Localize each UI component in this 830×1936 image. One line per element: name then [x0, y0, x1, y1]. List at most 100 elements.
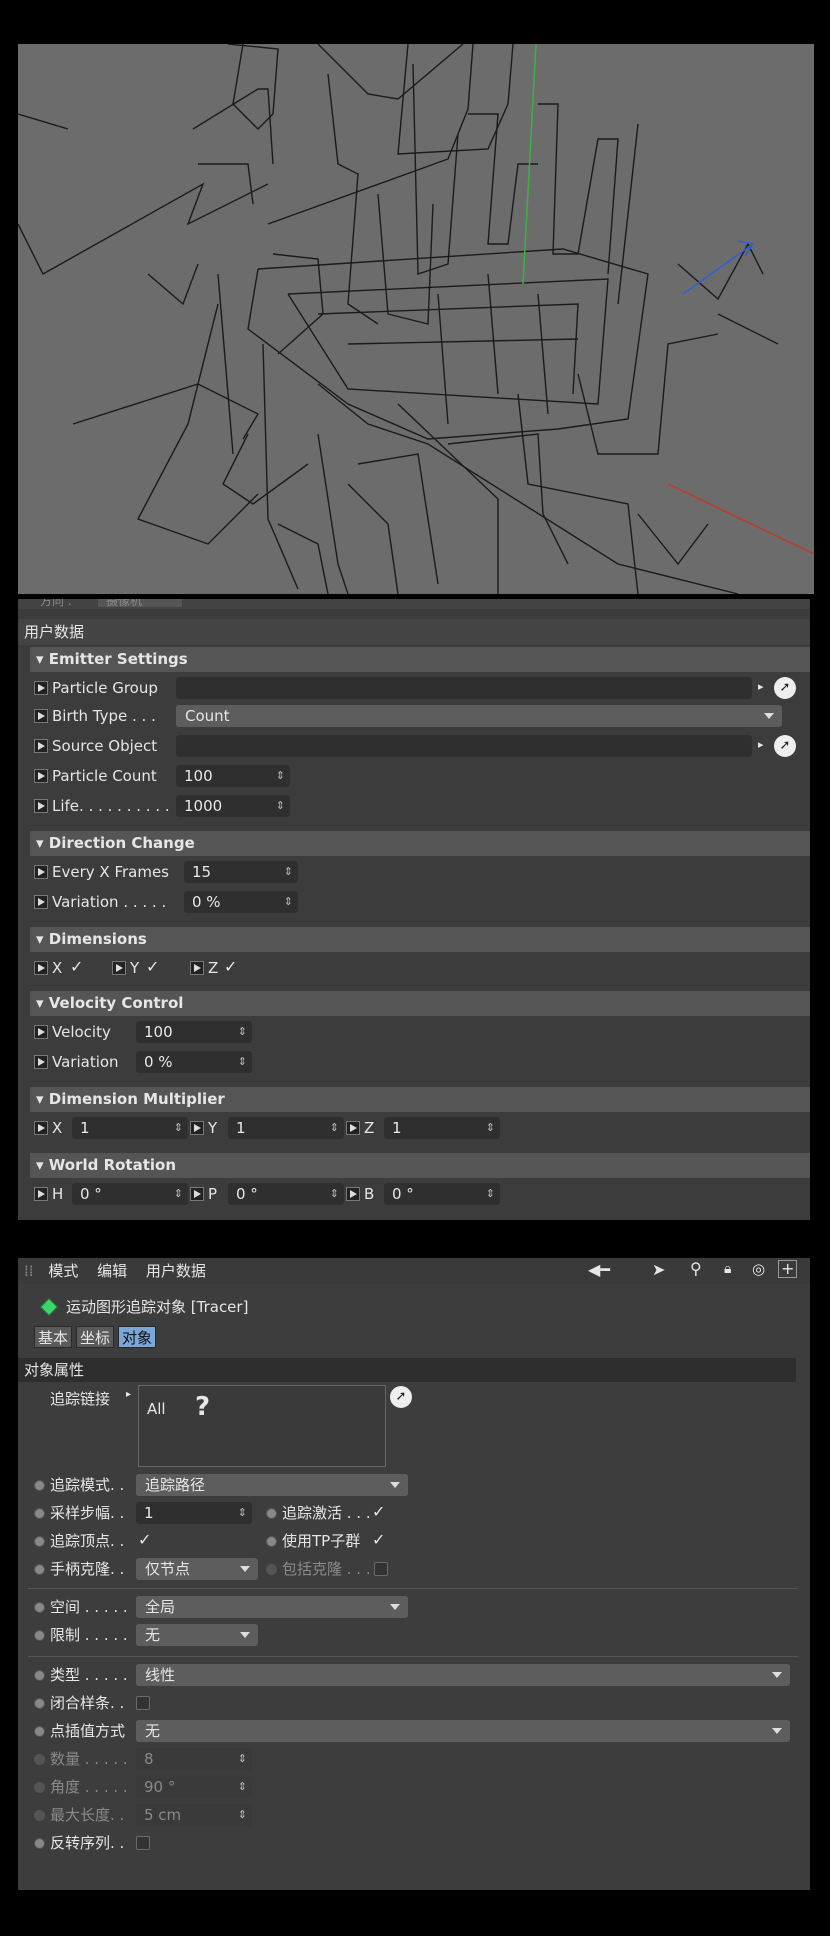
keyframe-icon[interactable] — [112, 961, 126, 975]
include-clone-checkbox[interactable] — [374, 1562, 388, 1576]
pick-object-icon[interactable]: ➚ — [390, 1386, 412, 1408]
radio-icon[interactable] — [34, 1480, 45, 1491]
keyframe-icon[interactable] — [34, 681, 48, 695]
pick-object-icon[interactable]: ➚ — [774, 677, 796, 699]
trace-mode-dropdown[interactable]: 追踪路径 — [136, 1474, 408, 1496]
dimension-multiplier-header[interactable]: ▾ Dimension Multiplier — [30, 1087, 810, 1112]
radio-icon[interactable] — [34, 1838, 45, 1849]
radio-icon[interactable] — [34, 1602, 45, 1613]
radio-icon[interactable] — [34, 1508, 45, 1519]
keyframe-icon[interactable] — [190, 1187, 204, 1201]
use-tp-checkbox[interactable]: ✓ — [372, 1532, 385, 1548]
stepper-icon[interactable]: ⇕ — [238, 1051, 247, 1073]
keyframe-icon[interactable] — [34, 769, 48, 783]
keyframe-icon[interactable] — [34, 739, 48, 753]
direction-change-header[interactable]: ▾ Direction Change — [30, 831, 810, 856]
keyframe-icon[interactable] — [34, 961, 48, 975]
radio-icon[interactable] — [34, 1726, 45, 1737]
keyframe-icon[interactable] — [34, 865, 48, 879]
reverse-sequence-checkbox[interactable] — [136, 1836, 150, 1850]
expand-arrow-icon[interactable]: ▸ — [126, 1390, 131, 1400]
every-x-frames-field[interactable]: 15 ⇕ — [184, 861, 298, 883]
tab-basic[interactable]: 基本 — [34, 1326, 73, 1348]
velocity-control-header[interactable]: ▾ Velocity Control — [30, 991, 810, 1016]
dim-x-checkbox[interactable]: ✓ — [70, 959, 83, 975]
handle-clone-dropdown[interactable]: 仅节点 — [136, 1558, 258, 1580]
keyframe-icon[interactable] — [34, 895, 48, 909]
closed-spline-checkbox[interactable] — [136, 1696, 150, 1710]
velocity-field[interactable]: 100 ⇕ — [136, 1021, 252, 1043]
birth-type-dropdown[interactable]: Count — [176, 705, 782, 727]
keyframe-icon[interactable] — [34, 709, 48, 723]
dim-z-checkbox[interactable]: ✓ — [224, 959, 237, 975]
stepper-icon[interactable]: ⇕ — [174, 1117, 183, 1139]
menu-mode[interactable]: 模式 — [48, 1262, 78, 1280]
radio-icon[interactable] — [34, 1670, 45, 1681]
particle-count-field[interactable]: 100 ⇕ — [176, 765, 290, 787]
lock-icon[interactable]: 🔒︎ — [724, 1262, 731, 1276]
link-arrow-icon[interactable]: ▸ — [758, 739, 764, 750]
stepper-icon[interactable]: ⇕ — [276, 765, 285, 787]
search-icon[interactable]: ⚲ — [690, 1261, 702, 1277]
trace-active-checkbox[interactable]: ✓ — [372, 1504, 385, 1520]
stepper-icon[interactable]: ⇕ — [284, 891, 293, 913]
world-rotation-header[interactable]: ▾ World Rotation — [30, 1153, 810, 1178]
direction-variation-field[interactable]: 0 % ⇕ — [184, 891, 298, 913]
keyframe-icon[interactable] — [34, 799, 48, 813]
back-arrow-icon[interactable]: ◀━ — [588, 1262, 610, 1278]
keyframe-icon[interactable] — [34, 1121, 48, 1135]
rot-h-field[interactable]: 0 ° ⇕ — [72, 1183, 188, 1205]
stepper-icon[interactable]: ⇕ — [238, 1021, 247, 1043]
menu-user-data[interactable]: 用户数据 — [146, 1262, 206, 1280]
stepper-icon[interactable]: ⇕ — [238, 1502, 247, 1524]
radio-icon[interactable] — [266, 1508, 277, 1519]
radio-icon[interactable] — [34, 1630, 45, 1641]
limit-dropdown[interactable]: 无 — [136, 1624, 258, 1646]
radio-icon[interactable] — [266, 1536, 277, 1547]
interpolation-dropdown[interactable]: 无 — [136, 1720, 790, 1742]
stepper-icon[interactable]: ⇕ — [174, 1183, 183, 1205]
particle-group-field[interactable] — [176, 677, 752, 699]
keyframe-icon[interactable] — [346, 1121, 360, 1135]
keyframe-icon[interactable] — [346, 1187, 360, 1201]
pick-object-icon[interactable]: ➚ — [774, 735, 796, 757]
keyframe-icon[interactable] — [34, 1187, 48, 1201]
keyframe-icon[interactable] — [34, 1055, 48, 1069]
keyframe-icon[interactable] — [34, 1025, 48, 1039]
stepper-icon[interactable]: ⇕ — [330, 1183, 339, 1205]
source-object-field[interactable] — [176, 735, 752, 757]
radio-icon[interactable] — [34, 1536, 45, 1547]
radio-icon[interactable] — [34, 1698, 45, 1709]
space-dropdown[interactable]: 全局 — [136, 1596, 408, 1618]
rot-p-field[interactable]: 0 ° ⇕ — [228, 1183, 344, 1205]
stepper-icon[interactable]: ⇕ — [330, 1117, 339, 1139]
trace-link-box[interactable]: All ? — [138, 1385, 386, 1467]
dimensions-header[interactable]: ▾ Dimensions — [30, 927, 810, 952]
cursor-icon[interactable]: ➤ — [652, 1262, 665, 1278]
link-arrow-icon[interactable]: ▸ — [758, 681, 764, 692]
stepper-icon[interactable]: ⇕ — [284, 861, 293, 883]
stepper-icon[interactable]: ⇕ — [276, 795, 285, 817]
keyframe-icon[interactable] — [190, 1121, 204, 1135]
trace-vertices-checkbox[interactable]: ✓ — [138, 1532, 151, 1548]
emitter-settings-header[interactable]: ▾ Emitter Settings — [30, 647, 810, 672]
rot-b-field[interactable]: 0 ° ⇕ — [384, 1183, 500, 1205]
mult-x-field[interactable]: 1 ⇕ — [72, 1117, 188, 1139]
dim-y-checkbox[interactable]: ✓ — [146, 959, 159, 975]
add-icon[interactable]: + — [778, 1260, 798, 1278]
radio-icon[interactable] — [266, 1564, 277, 1575]
velocity-variation-field[interactable]: 0 % ⇕ — [136, 1051, 252, 1073]
stepper-icon[interactable]: ⇕ — [486, 1117, 495, 1139]
type-dropdown[interactable]: 线性 — [136, 1664, 790, 1686]
radio-icon[interactable] — [34, 1564, 45, 1575]
menu-edit[interactable]: 编辑 — [97, 1262, 127, 1280]
target-icon[interactable]: ◎ — [752, 1262, 765, 1277]
tab-object[interactable]: 对象 — [118, 1326, 157, 1348]
life-field[interactable]: 1000 ⇕ — [176, 795, 290, 817]
mult-z-field[interactable]: 1 ⇕ — [384, 1117, 500, 1139]
mult-y-field[interactable]: 1 ⇕ — [228, 1117, 344, 1139]
3d-viewport[interactable] — [18, 44, 814, 594]
stepper-icon[interactable]: ⇕ — [486, 1183, 495, 1205]
cut-direction-value[interactable]: 摄像机 — [98, 599, 183, 607]
sample-step-field[interactable]: 1 ⇕ — [136, 1502, 252, 1524]
